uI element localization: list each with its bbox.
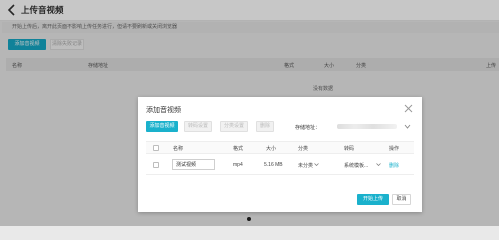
storage-address-select[interactable] (337, 124, 397, 129)
dialog-table-header: 名称 格式 大小 分类 转码 操作 (146, 141, 414, 154)
row-format: mp4 (233, 162, 243, 168)
chevron-down-icon[interactable] (404, 123, 411, 130)
column-header-actions: 操作 (389, 146, 400, 152)
chevron-down-icon[interactable] (314, 162, 319, 167)
table-row: mp4 5.16 MB 未分类 系统模板... 删除 (146, 155, 414, 175)
select-all-checkbox[interactable] (153, 145, 159, 151)
dialog-add-media-button[interactable]: 添加音视频 (146, 121, 178, 132)
category-settings-button[interactable]: 分类设置 (220, 121, 248, 132)
storage-address-label: 存储地址： (295, 125, 321, 131)
column-header-transcode: 转码 (344, 146, 355, 152)
close-icon[interactable] (404, 104, 413, 113)
row-category-select[interactable]: 未分类 (298, 162, 313, 169)
transcode-settings-button[interactable]: 转码设置 (184, 121, 212, 132)
dialog-title: 添加音视频 (146, 107, 181, 114)
cancel-button[interactable]: 取消 (392, 194, 411, 205)
add-media-dialog: 添加音视频 添加音视频 转码设置 分类设置 删除 存储地址： 名称 格式 大小 … (138, 97, 422, 212)
row-delete-link[interactable]: 删除 (389, 162, 399, 169)
row-size: 5.16 MB (264, 162, 283, 168)
delete-selected-button[interactable]: 删除 (256, 121, 274, 132)
row-transcode-select[interactable]: 系统模板... (344, 162, 368, 169)
chevron-down-icon[interactable] (376, 162, 381, 167)
column-header-size: 大小 (266, 146, 277, 152)
column-header-category: 分类 (298, 146, 309, 152)
row-checkbox[interactable] (153, 162, 159, 168)
start-upload-button[interactable]: 开始上传 (357, 194, 389, 205)
column-header-format: 格式 (233, 146, 244, 152)
file-name-input[interactable] (172, 159, 215, 170)
column-header-name: 名称 (173, 146, 184, 152)
